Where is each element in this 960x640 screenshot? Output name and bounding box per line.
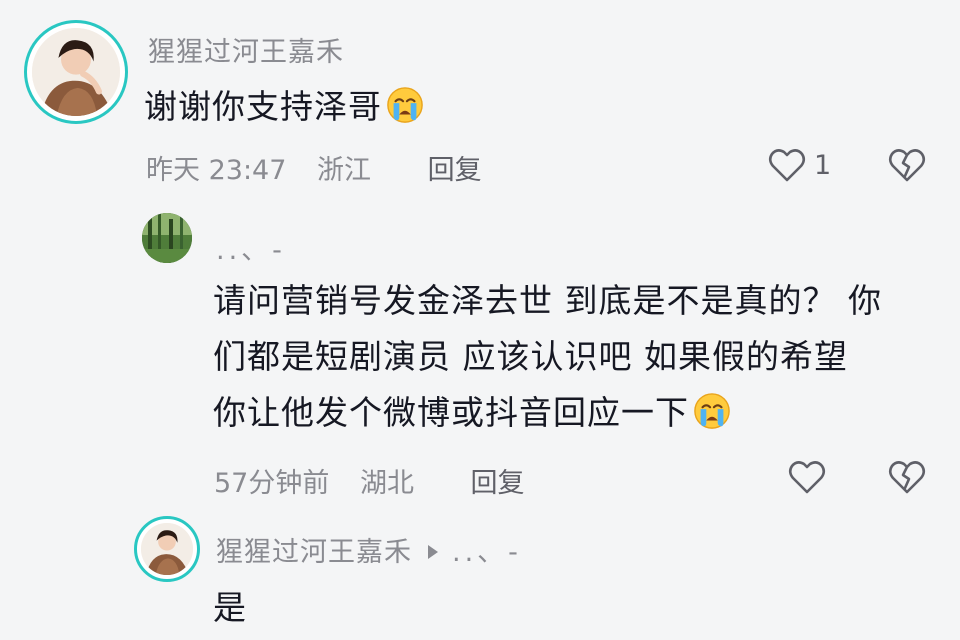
dislike-button[interactable] <box>888 147 926 183</box>
dislike-button[interactable] <box>888 459 926 495</box>
reply-button[interactable]: 回复 <box>471 468 525 499</box>
comment-text-line: 请问营销号发金泽去世 到底是不是真的？ 你 <box>213 281 882 320</box>
comment-meta: 57分钟前 湖北 回复 <box>214 461 547 500</box>
comment-text-line-wrap: 你让他发个微博或抖音回应一下 <box>213 385 933 441</box>
like-button[interactable]: 1 <box>768 147 831 183</box>
avatar-image <box>141 523 193 575</box>
crying-face-icon <box>387 87 423 123</box>
comment-item: 猩猩过河王嘉禾 ..、- 是 <box>0 510 960 640</box>
comment-time: 昨天 23:47 <box>146 155 287 186</box>
comment-username[interactable]: 猩猩过河王嘉禾 <box>216 537 412 568</box>
comment-username[interactable]: ..、- <box>216 228 286 267</box>
comment-text-content: 谢谢你支持泽哥 <box>144 87 382 126</box>
avatar-image <box>32 28 120 116</box>
heart-outline-icon <box>768 149 806 182</box>
avatar[interactable] <box>142 213 192 263</box>
reply-to-username[interactable]: ..、- <box>452 537 522 568</box>
broken-heart-icon <box>888 149 926 182</box>
like-button[interactable] <box>788 459 826 495</box>
comment-item: 猩猩过河王嘉禾 谢谢你支持泽哥 昨天 23:47 浙江 回复 1 <box>0 0 960 200</box>
heart-outline-icon <box>788 461 826 494</box>
comment-meta: 昨天 23:47 浙江 回复 <box>146 148 504 187</box>
comment-username-row: 猩猩过河王嘉禾 ..、- <box>216 530 522 569</box>
avatar[interactable] <box>134 516 200 582</box>
comment-text: 请问营销号发金泽去世 到底是不是真的？ 你 们都是短剧演员 应该认识吧 如果假的… <box>213 273 933 441</box>
comment-item: ..、- 请问营销号发金泽去世 到底是不是真的？ 你 们都是短剧演员 应该认识吧… <box>0 200 960 510</box>
comment-location: 浙江 <box>317 155 371 186</box>
comment-username[interactable]: 猩猩过河王嘉禾 <box>148 30 344 69</box>
avatar[interactable] <box>24 20 128 124</box>
avatar-image <box>142 213 192 263</box>
comment-text: 谢谢你支持泽哥 <box>144 79 424 135</box>
comment-text: 是 <box>213 588 247 627</box>
comment-text-line: 你让他发个微博或抖音回应一下 <box>213 393 689 432</box>
crying-face-icon <box>694 393 730 429</box>
play-triangle-icon <box>428 545 438 559</box>
comment-location: 湖北 <box>359 468 414 499</box>
reply-button[interactable]: 回复 <box>428 155 482 186</box>
broken-heart-icon <box>888 461 926 494</box>
comment-text-line: 们都是短剧演员 应该认识吧 如果假的希望 <box>213 337 848 376</box>
like-count: 1 <box>814 149 832 181</box>
comment-time: 57分钟前 <box>214 468 330 499</box>
